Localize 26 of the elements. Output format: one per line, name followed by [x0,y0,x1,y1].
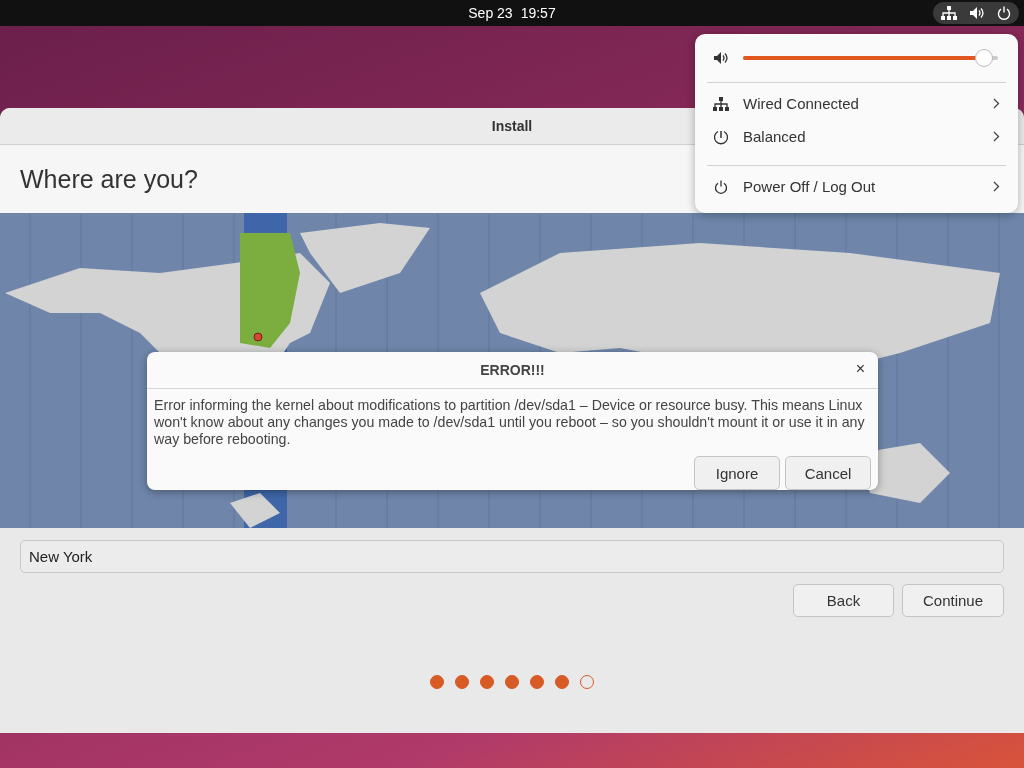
network-icon [941,6,957,20]
cancel-button[interactable]: Cancel [785,456,871,490]
volume-thumb[interactable] [975,49,994,67]
window-title: Install [491,118,533,134]
clock[interactable]: Sep 23 19:57 [468,5,556,21]
system-tray[interactable] [933,2,1019,24]
network-icon [713,96,729,111]
speaker-icon [969,6,985,20]
power-icon [997,6,1011,20]
menu-item[interactable]: Power Off / Log Out [707,170,1006,203]
chevron-icon [993,181,1000,192]
power-icon [713,179,729,194]
volume-slider[interactable] [743,49,998,67]
page-heading: Where are you? [20,164,198,194]
ignore-button[interactable]: Ignore [694,456,780,490]
menu-item[interactable]: Wired Connected [707,87,1006,120]
dialog-title: ERROR!!! [480,362,545,378]
menu-item[interactable]: Balanced [707,120,1006,153]
chevron-icon [993,131,1000,142]
error-message: Error informing the kernel about modifications to partition /dev/sda1 – Device or resource busy. This means Linux won't know about any changes you made to /dev/sda1 until you reboot – so you shouldn't mount it or use it in any way before rebooting. [154,397,866,448]
close-button[interactable]: × [852,360,868,378]
back-button[interactable]: Back [793,584,894,617]
location-field[interactable]: New York [20,540,1004,573]
chevron-icon [993,98,1000,109]
continue-button[interactable]: Continue [902,584,1004,617]
speaker-icon [713,51,729,65]
